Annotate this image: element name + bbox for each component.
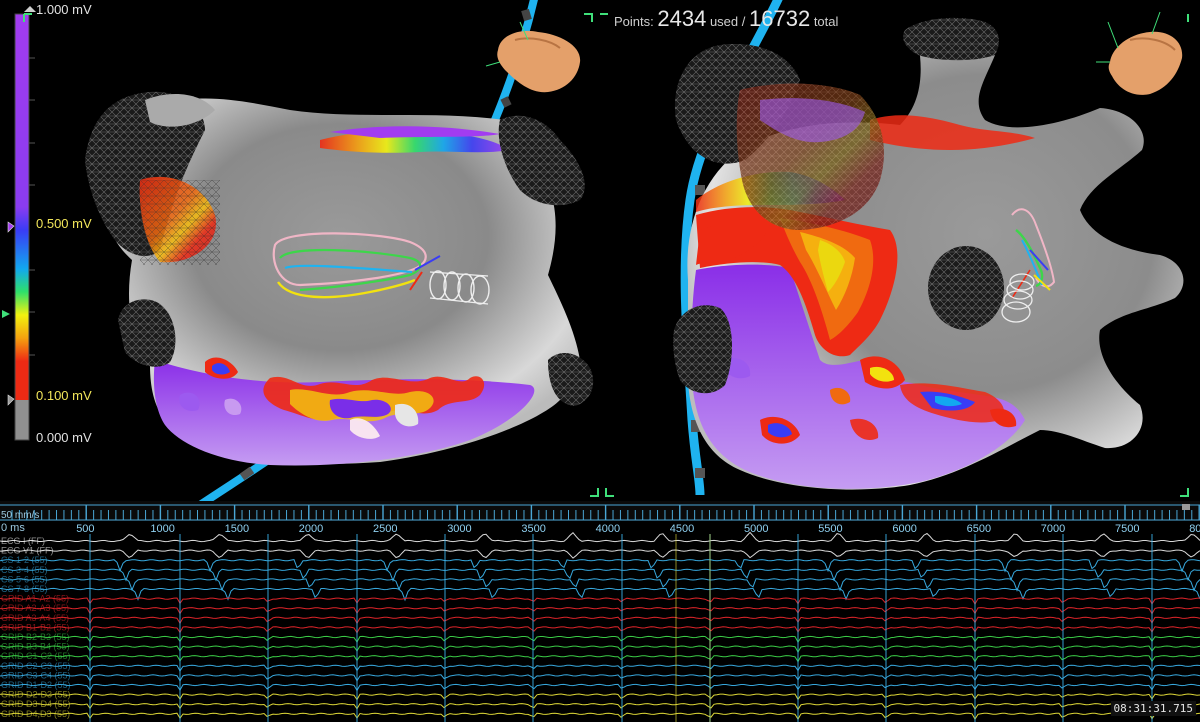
ruler-tick-label: 2500	[373, 523, 397, 535]
voltage-color-scale[interactable]	[2, 6, 36, 441]
timeline-ruler[interactable]: 500 1000 1500 2000 2500 3000 3500 4000 4500 5000 5…	[0, 501, 1200, 535]
upper-threshold-handle-icon[interactable]	[7, 221, 15, 233]
channel-label: GRID A1-A2 (55)	[1, 594, 69, 604]
ruler-tick-label: 6000	[892, 523, 916, 535]
scale-top-label: 1.000 mV	[36, 2, 92, 17]
ruler-tick-label: 5000	[744, 523, 768, 535]
channel-label: GRID A2-A3 (55)	[1, 603, 69, 613]
left-atrium-map-right[interactable]	[600, 0, 1189, 497]
channel-label: GRID D2-D3 (55)	[1, 690, 71, 700]
ruler-tick-label: 7000	[1041, 523, 1065, 535]
ruler-tick-label: 3500	[521, 523, 545, 535]
ruler-tick-label: 5500	[818, 523, 842, 535]
points-label: Points:	[614, 14, 654, 29]
scale-lower-threshold-label[interactable]: 0.100 mV	[36, 388, 92, 403]
channel-label: GRID C2-C3 (55)	[1, 661, 71, 671]
scale-upper-threshold-label[interactable]: 0.500 mV	[36, 216, 92, 231]
channel-label: CS 7-8 (55)	[1, 584, 48, 594]
used-label: used /	[709, 14, 746, 29]
top-vein-ostium-mesh	[903, 17, 999, 61]
channel-label: GRID D4,D3 (55)	[1, 709, 70, 719]
points-total-value: 16732	[749, 6, 811, 31]
channel-label: CS 5-6 (55)	[1, 574, 48, 584]
mitral-ostium-mesh	[928, 246, 1004, 330]
channel-label: CS 3-4 (55)	[1, 565, 48, 575]
sweep-speed-label[interactable]: 50 mm/s	[1, 510, 39, 521]
total-label: total	[813, 14, 839, 29]
ruler-tick-label: 1000	[150, 523, 174, 535]
scar-gray-band	[15, 400, 29, 440]
timeline-origin-label: 0 ms	[1, 522, 25, 534]
ruler-tick-label: 6500	[967, 523, 991, 535]
channel-label: GRID B3-B4 (55)	[1, 642, 70, 652]
ruler-tick-label: 3000	[447, 523, 471, 535]
map-canvas[interactable]: 500 1000 1500 2000 2500 3000 3500 4000 4500 5000 5…	[0, 0, 1200, 722]
mapping-workspace: 500 1000 1500 2000 2500 3000 3500 4000 4500 5000 5…	[0, 0, 1200, 722]
points-counter: Points: 2434 used / 16732 total	[614, 6, 838, 32]
channel-label: ECG V1 (FF)	[1, 546, 54, 556]
ruler-tick-label: 80	[1189, 523, 1200, 535]
ruler-end-handle-icon[interactable]	[1182, 504, 1190, 510]
midpoint-marker-icon[interactable]	[2, 310, 10, 318]
channel-label: GRID B1-B2 (55)	[1, 622, 70, 632]
channel-label: GRID B2-B3 (55)	[1, 632, 70, 642]
channel-label: GRID D3-D4 (55)	[1, 699, 71, 709]
ruler-tick-label: 4000	[596, 523, 620, 535]
ruler-tick-label: 7500	[1115, 523, 1139, 535]
channel-label: CS 1-2 (55)	[1, 555, 48, 565]
ruler-tick-label: 1500	[225, 523, 249, 535]
scale-top-arrow-icon[interactable]	[24, 6, 36, 12]
orientation-head-icon-left[interactable]	[485, 21, 581, 93]
channel-label: GRID C1-C2 (55)	[1, 651, 71, 661]
ruler-tick-label: 500	[76, 523, 94, 535]
voltage-gradient-bar	[15, 14, 29, 400]
channel-label: GRID A3-A4 (55)	[1, 613, 69, 623]
ruler-tick-label: 2000	[299, 523, 323, 535]
left-atrium-map-left[interactable]	[23, 0, 599, 509]
ruler-tick-label: 4500	[670, 523, 694, 535]
orientation-head-icon-right[interactable]	[1096, 11, 1183, 95]
lower-threshold-handle-icon[interactable]	[7, 394, 15, 406]
channel-label: ECG I (FF)	[1, 536, 45, 546]
system-clock: 08:31:31.715	[1110, 701, 1196, 716]
scale-bottom-label: 0.000 mV	[36, 430, 92, 445]
channel-label: GRID D1-D2 (55)	[1, 680, 71, 690]
channel-label: GRID C3-C4 (55)	[1, 670, 71, 680]
lower-vein-mesh-right	[673, 305, 732, 394]
channel-label-column: ECG I (FF)ECG V1 (FF)CS 1-2 (55)CS 3-4 (…	[1, 536, 71, 719]
points-used-value: 2434	[657, 6, 707, 31]
